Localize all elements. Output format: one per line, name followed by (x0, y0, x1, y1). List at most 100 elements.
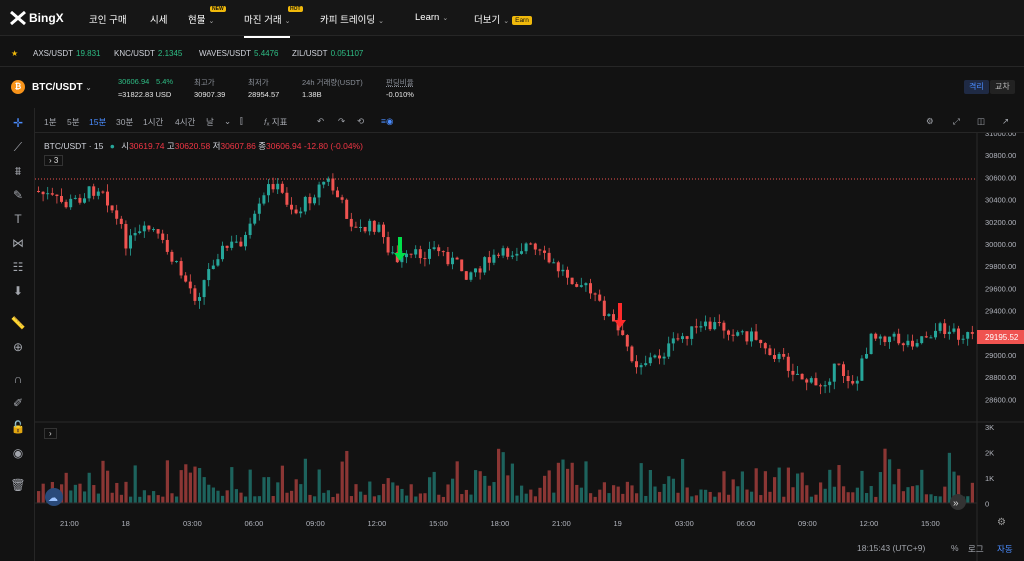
ticker-waves[interactable]: WAVES/USDT 5.4476 (199, 49, 278, 58)
candle-body (566, 269, 569, 278)
candle-body (906, 340, 910, 346)
interval-5m[interactable]: 5분 (67, 116, 80, 128)
volume-bar (106, 470, 110, 503)
candle-body (704, 321, 707, 327)
ticker-knc[interactable]: KNC/USDT 2.1345 (114, 49, 182, 58)
funding-label: 펀딩비율 (386, 78, 414, 87)
interval-15m[interactable]: 15분 (89, 116, 106, 128)
visibility-icon[interactable]: ≡◉ (381, 116, 393, 127)
crosshair-icon[interactable]: ✛ (9, 116, 27, 130)
indicator-button[interactable]: 𝑓ₓ 지표 (264, 116, 287, 128)
volume-bar (699, 489, 703, 503)
undo-icon[interactable]: ↶ (317, 116, 324, 127)
candle-body (745, 331, 749, 342)
low-label: 최저가 (248, 78, 269, 87)
interval-day[interactable]: 날 (206, 116, 214, 128)
candle-body (280, 183, 284, 193)
ruler-icon[interactable]: 📏 (9, 316, 27, 330)
interval-30m[interactable]: 30분 (116, 116, 133, 128)
interval-more-chevron-icon[interactable]: ⌄ (224, 116, 231, 127)
trash-icon[interactable]: 🗑 (9, 478, 27, 492)
candle-body (782, 353, 786, 357)
time-axis-label: 06:00 (737, 519, 756, 528)
arrow-icon[interactable]: ⬇ (9, 284, 27, 298)
volume-bar (731, 479, 735, 503)
candle-body (147, 225, 151, 230)
isolated-toggle[interactable]: 격리 (964, 80, 989, 94)
volume-bar (290, 490, 294, 503)
auto-toggle[interactable]: 자동 (997, 543, 1013, 555)
volume-bar (340, 461, 344, 503)
volume-bar (616, 486, 620, 503)
reset-icon[interactable]: ⟲ (357, 116, 364, 127)
volume-bar (395, 485, 399, 503)
chevron-down-icon: ⌄ (442, 15, 449, 22)
candle-body (211, 265, 215, 270)
volume-bar (773, 477, 777, 503)
interval-1h[interactable]: 1시간 (143, 116, 163, 128)
volume-bar (280, 465, 284, 503)
nav-learn[interactable]: Learn ⌄ (415, 12, 448, 23)
volume-bar (662, 483, 666, 503)
candle-type-icon[interactable]: ⫿ (240, 116, 243, 127)
brush-icon[interactable]: ✎ (9, 188, 27, 202)
volume-bar (892, 484, 896, 503)
interval-1m[interactable]: 1분 (44, 116, 57, 128)
volume-bar (667, 476, 671, 503)
nav-spot[interactable]: 현물 ⌄ NEW (188, 6, 226, 26)
percent-toggle[interactable]: % (951, 543, 959, 553)
cross-toggle[interactable]: 교차 (990, 80, 1015, 94)
candle-body (763, 343, 767, 349)
volume-bar (593, 496, 597, 503)
hot-badge: HOT (288, 6, 303, 12)
bingx-logo[interactable]: BingX (10, 9, 64, 27)
text-icon[interactable]: T (9, 212, 27, 226)
high-label: 최고가 (194, 78, 215, 87)
fullscreen-icon[interactable]: ⤢ (953, 116, 960, 127)
redo-icon[interactable]: ↷ (338, 116, 345, 127)
candle-body (239, 241, 243, 247)
share-icon[interactable]: ↗ (1002, 116, 1009, 127)
lock-drawing-icon[interactable]: ✐ (9, 396, 27, 410)
forecast-icon[interactable]: ☷ (9, 260, 27, 274)
candle-body (428, 249, 431, 259)
log-toggle[interactable]: 로그 (968, 543, 984, 555)
volume-bar (938, 496, 942, 503)
pattern-icon[interactable]: ⋈ (9, 236, 27, 250)
ticker-zil[interactable]: ZIL/USDT 0.051107 (292, 49, 363, 58)
chevron-down-icon: ⌄ (378, 18, 384, 25)
candle-body (354, 226, 358, 228)
ticker-axs[interactable]: AXS/USDT 19.831 (33, 49, 100, 58)
price-axis-label: 28800.00 (985, 373, 1016, 382)
camera-icon[interactable]: ◫ (977, 116, 985, 127)
volume-bar (690, 496, 694, 503)
candle-body (842, 364, 845, 376)
lock-icon[interactable]: 🔓 (9, 420, 27, 434)
interval-4h[interactable]: 4시간 (175, 116, 195, 128)
eye-icon[interactable]: ◉ (9, 446, 27, 460)
candle-body (593, 293, 597, 295)
candles (37, 173, 974, 395)
candle-body (635, 361, 638, 368)
candle-body (55, 194, 59, 196)
nav-buy-crypto[interactable]: 코인 구매 (89, 12, 127, 26)
volume-bar (740, 471, 744, 503)
pair-selector[interactable]: BTC/USDT ⌄ (32, 82, 91, 93)
candle-body (96, 191, 100, 196)
nav-copy-trading[interactable]: 카피 트레이딩 ⌄ (320, 12, 384, 26)
settings-gear-icon[interactable]: ⚙ (926, 116, 934, 127)
candle-body (73, 197, 77, 199)
candle-body (455, 257, 459, 260)
nav-more[interactable]: 더보기 ⌄ Earn (474, 12, 532, 26)
zoom-in-icon[interactable]: ⊕ (9, 340, 27, 354)
candle-body (878, 336, 882, 339)
star-icon[interactable]: ★ (11, 49, 18, 58)
price-chart[interactable]: 31000.00 30800.00 30600.00 30400.00 30200.00… (35, 133, 1024, 561)
nav-margin[interactable]: 마진 거래 ⌄ HOT (244, 6, 303, 38)
fib-icon[interactable]: ⩩ (9, 164, 27, 179)
magnet-icon[interactable]: ∩ (9, 372, 27, 386)
chevron-down-icon: ⌄ (85, 85, 92, 92)
nav-markets[interactable]: 시세 (150, 12, 167, 26)
trend-line-icon[interactable]: ⟋ (9, 140, 27, 155)
volume-bar (147, 495, 151, 503)
